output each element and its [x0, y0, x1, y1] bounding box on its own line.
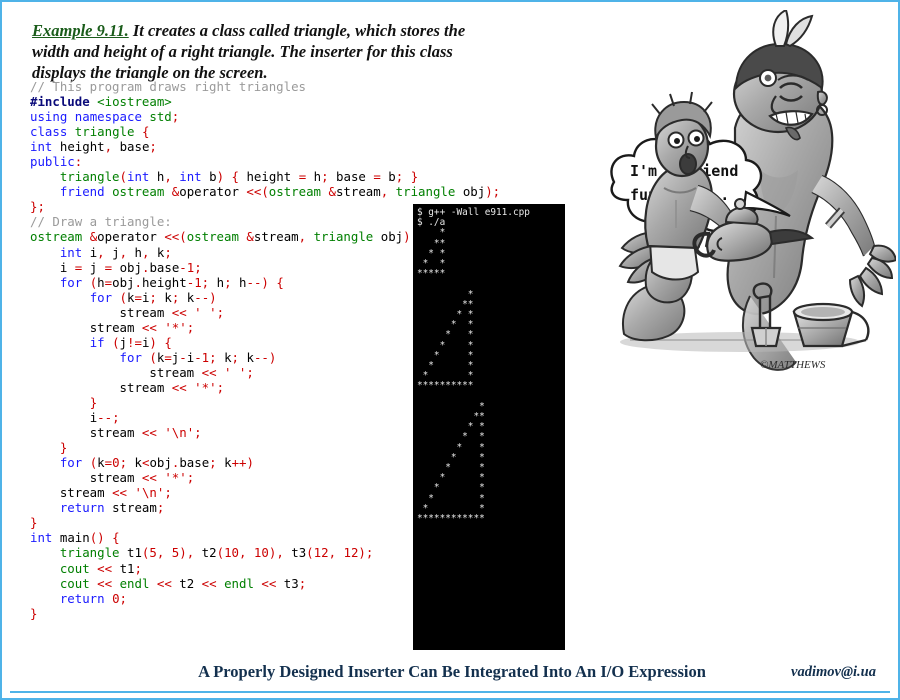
class-name-term: triangle — [293, 21, 347, 40]
slide-page: Example 9.11. It creates a class called … — [0, 0, 900, 700]
terminal-output: $ g++ -Wall e911.cpp $ ./a * ** * * * * … — [413, 204, 565, 650]
cartoon-signature: ©MATTHEWS — [760, 359, 826, 371]
author-email: vadimov@i.ua — [791, 664, 876, 680]
example-label: Example 9.11. — [32, 21, 129, 40]
example-description: Example 9.11. It creates a class called … — [32, 20, 502, 83]
cartoon-illustration: I'm a Friend function... — [590, 10, 896, 382]
slide-caption: A Properly Designed Inserter Can Be Inte… — [198, 662, 706, 681]
bottom-divider — [10, 691, 890, 693]
example-text-part1: It creates a class called — [128, 21, 294, 40]
